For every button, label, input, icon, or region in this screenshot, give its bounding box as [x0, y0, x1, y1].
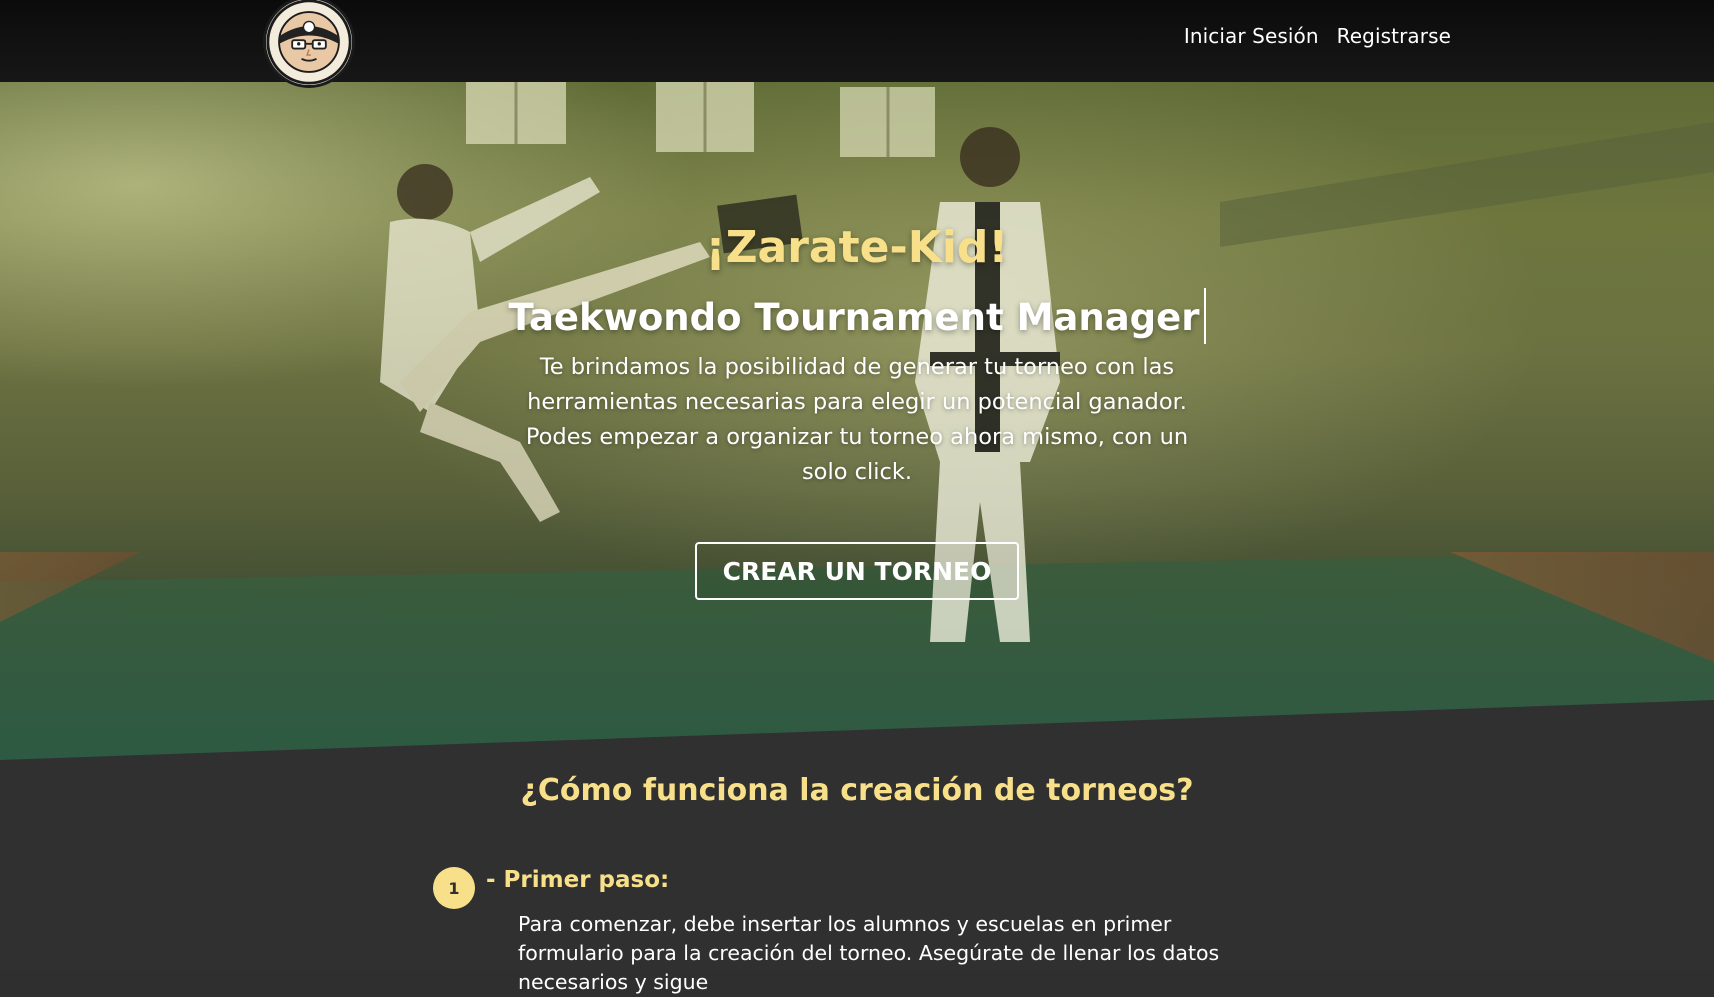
hero-subtitle: Taekwondo Tournament Manager [0, 288, 1714, 344]
navbar: Iniciar Sesión Registrarse [0, 0, 1714, 88]
hero-description: Te brindamos la posibilidad de generar t… [525, 354, 1189, 485]
login-link[interactable]: Iniciar Sesión [1184, 24, 1319, 48]
step-number-badge: 1 [433, 867, 475, 909]
how-it-works-title: ¿Cómo funciona la creación de torneos? [520, 773, 1194, 808]
nav-links: Iniciar Sesión Registrarse [1184, 24, 1451, 48]
typing-cursor [1203, 288, 1206, 344]
create-tournament-button[interactable]: CREAR UN TORNEO [695, 542, 1019, 600]
step-title: - Primer paso: [486, 867, 670, 893]
mascot-logo-icon [266, 0, 352, 85]
step-description: Para comenzar, debe insertar los alumnos… [518, 912, 1220, 994]
register-link[interactable]: Registrarse [1337, 24, 1451, 48]
hero-title: ¡Zarate-Kid! [705, 222, 1009, 273]
brand-logo[interactable] [263, 0, 355, 88]
hero-subtitle-text: Taekwondo Tournament Manager [508, 296, 1200, 339]
